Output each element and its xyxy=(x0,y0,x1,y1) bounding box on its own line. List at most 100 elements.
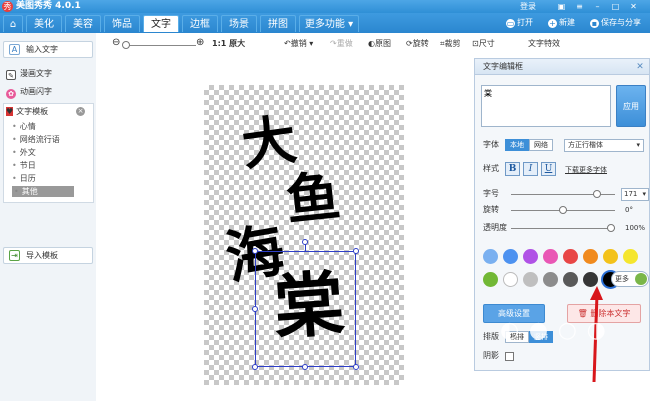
rotate-value: 0° xyxy=(625,206,633,214)
underline-button[interactable]: U xyxy=(541,162,556,176)
open-button[interactable]: ▭ 打开 xyxy=(506,16,533,30)
bold-button[interactable]: B xyxy=(505,162,520,176)
font-local-tab[interactable]: 本地 xyxy=(505,139,529,151)
opacity-label: 透明度 xyxy=(483,223,507,232)
apply-button[interactable]: 应用 xyxy=(616,85,646,127)
text-input[interactable]: 棠 xyxy=(481,85,611,127)
color-swatch[interactable] xyxy=(603,249,618,264)
template-item-holiday[interactable]: 节日 xyxy=(12,160,36,171)
size-button[interactable]: ⊡尺寸 xyxy=(472,38,495,50)
size-slider-knob[interactable] xyxy=(593,190,601,198)
comic-text-item[interactable]: ✎ 漫画文字 xyxy=(6,68,52,80)
opacity-value: 100% xyxy=(625,224,646,232)
login-link[interactable]: 登录 xyxy=(520,0,536,13)
actual-size-button[interactable]: 1:1 原大 xyxy=(212,38,245,50)
text-selection-box[interactable] xyxy=(255,251,356,367)
crop-button[interactable]: ⌗裁剪 xyxy=(440,38,461,50)
font-web-tab[interactable]: 网络 xyxy=(529,139,553,151)
template-header[interactable]: ♥ 文字模板 xyxy=(6,106,48,117)
comic-text-icon: ✎ xyxy=(6,70,16,80)
color-swatch[interactable] xyxy=(503,249,518,264)
text-effects-label[interactable]: 文字特效 xyxy=(528,38,560,50)
original-button[interactable]: ◐原图 xyxy=(368,38,391,50)
skin-icon[interactable]: ▣ xyxy=(556,1,567,12)
tab-accessories[interactable]: 饰品 xyxy=(104,15,140,32)
size-select[interactable]: 171 ▾ xyxy=(621,188,649,201)
collapse-icon[interactable]: × xyxy=(76,107,85,116)
color-swatch[interactable] xyxy=(523,272,538,287)
canvas-char-1[interactable]: 大 xyxy=(238,107,300,178)
redo-button[interactable]: ↷重做 xyxy=(330,38,353,50)
animated-text-item[interactable]: ✿ 动画闪字 xyxy=(6,86,52,99)
app-title: 美图秀秀 4.0.1 xyxy=(16,1,81,11)
resize-handle-l[interactable] xyxy=(252,306,258,312)
undo-button[interactable]: ↶撤销 ▾ xyxy=(284,38,313,50)
template-item-internet-slang[interactable]: 网络流行语 xyxy=(12,134,60,145)
resize-handle-tr[interactable] xyxy=(353,248,359,254)
shadow-checkbox[interactable] xyxy=(505,352,514,361)
style-label: 样式 xyxy=(483,164,499,173)
minimize-icon[interactable]: – xyxy=(592,1,603,12)
color-swatch[interactable] xyxy=(583,272,598,287)
canvas-char-2[interactable]: 鱼 xyxy=(283,163,343,232)
input-text-button[interactable]: A 输入文字 xyxy=(3,41,93,58)
zoom-slider-knob[interactable] xyxy=(122,41,130,49)
text-icon: A xyxy=(9,44,20,55)
menu-icon[interactable]: ≡ xyxy=(574,1,585,12)
main-tab-bar: ⌂ 美化 美容 饰品 文字 边框 场景 拼图 更多功能 ▾ ▭ 打开 + 新建 ▪ 保… xyxy=(0,13,650,33)
italic-button[interactable]: I xyxy=(523,162,538,176)
color-swatch[interactable] xyxy=(563,249,578,264)
tab-border[interactable]: 边框 xyxy=(182,15,218,32)
color-swatch[interactable] xyxy=(543,249,558,264)
zoom-out-icon[interactable]: ⊖ xyxy=(112,37,120,49)
folder-icon: ▭ xyxy=(506,19,515,28)
save-share-button[interactable]: ▪ 保存与分享 xyxy=(590,16,641,30)
template-item-foreign[interactable]: 外文 xyxy=(12,147,36,158)
opacity-slider-knob[interactable] xyxy=(607,224,615,232)
zoom-slider[interactable] xyxy=(124,45,196,46)
resize-handle-b[interactable] xyxy=(302,364,308,370)
tab-text[interactable]: 文字 xyxy=(143,15,179,32)
tab-scene[interactable]: 场景 xyxy=(221,15,257,32)
close-icon[interactable]: ✕ xyxy=(635,62,645,72)
size-label: 字号 xyxy=(483,189,499,198)
more-colors-button[interactable]: 更多 xyxy=(611,271,649,287)
new-button[interactable]: + 新建 xyxy=(548,16,575,30)
font-select[interactable]: 方正行楷体 ▾ xyxy=(564,139,644,152)
color-swatch[interactable] xyxy=(483,249,498,264)
zoom-in-icon[interactable]: ⊕ xyxy=(196,37,204,49)
download-fonts-link[interactable]: 下载更多字体 xyxy=(565,165,607,175)
left-panel: A 输入文字 ✎漫画文字 ✿动画闪字 ♥文字模板 × 心情 网络流行语 外文 节… xyxy=(0,33,96,401)
title-bar: 秀 美图秀秀 4.0.1 登录 ▣ ≡ – □ ✕ xyxy=(0,0,650,13)
color-swatch[interactable] xyxy=(543,272,558,287)
animated-text-icon: ✿ xyxy=(6,89,16,99)
maximize-icon[interactable]: □ xyxy=(610,1,621,12)
tab-collage[interactable]: 拼图 xyxy=(260,15,296,32)
color-swatch[interactable] xyxy=(563,272,578,287)
chevron-down-icon: ▾ xyxy=(642,190,646,198)
tab-beauty[interactable]: 美容 xyxy=(65,15,101,32)
tab-home[interactable]: ⌂ xyxy=(3,15,23,32)
text-editor-header: 文字编辑框 xyxy=(475,59,649,75)
close-icon[interactable]: ✕ xyxy=(628,1,639,12)
color-swatch[interactable] xyxy=(623,249,638,264)
template-item-other[interactable]: 其他 xyxy=(12,186,74,197)
opacity-slider[interactable] xyxy=(511,228,615,229)
import-template-button[interactable]: ⇥ 导入模板 xyxy=(3,247,93,264)
color-swatch[interactable] xyxy=(483,272,498,287)
rotate-handle-line xyxy=(305,244,306,252)
tab-beautify[interactable]: 美化 xyxy=(26,15,62,32)
import-icon: ⇥ xyxy=(9,250,20,261)
resize-handle-tl[interactable] xyxy=(252,248,258,254)
color-swatch[interactable] xyxy=(503,272,518,287)
tab-more[interactable]: 更多功能 ▾ xyxy=(299,15,359,32)
template-item-mood[interactable]: 心情 xyxy=(12,121,36,132)
rotate-slider-knob[interactable] xyxy=(559,206,567,214)
resize-handle-br[interactable] xyxy=(353,364,359,370)
template-item-calendar[interactable]: 日历 xyxy=(12,173,36,184)
color-swatch[interactable] xyxy=(583,249,598,264)
font-label: 字体 xyxy=(483,140,499,149)
rotate-button[interactable]: ⟳旋转 xyxy=(406,38,429,50)
color-swatch[interactable] xyxy=(523,249,538,264)
resize-handle-bl[interactable] xyxy=(252,364,258,370)
